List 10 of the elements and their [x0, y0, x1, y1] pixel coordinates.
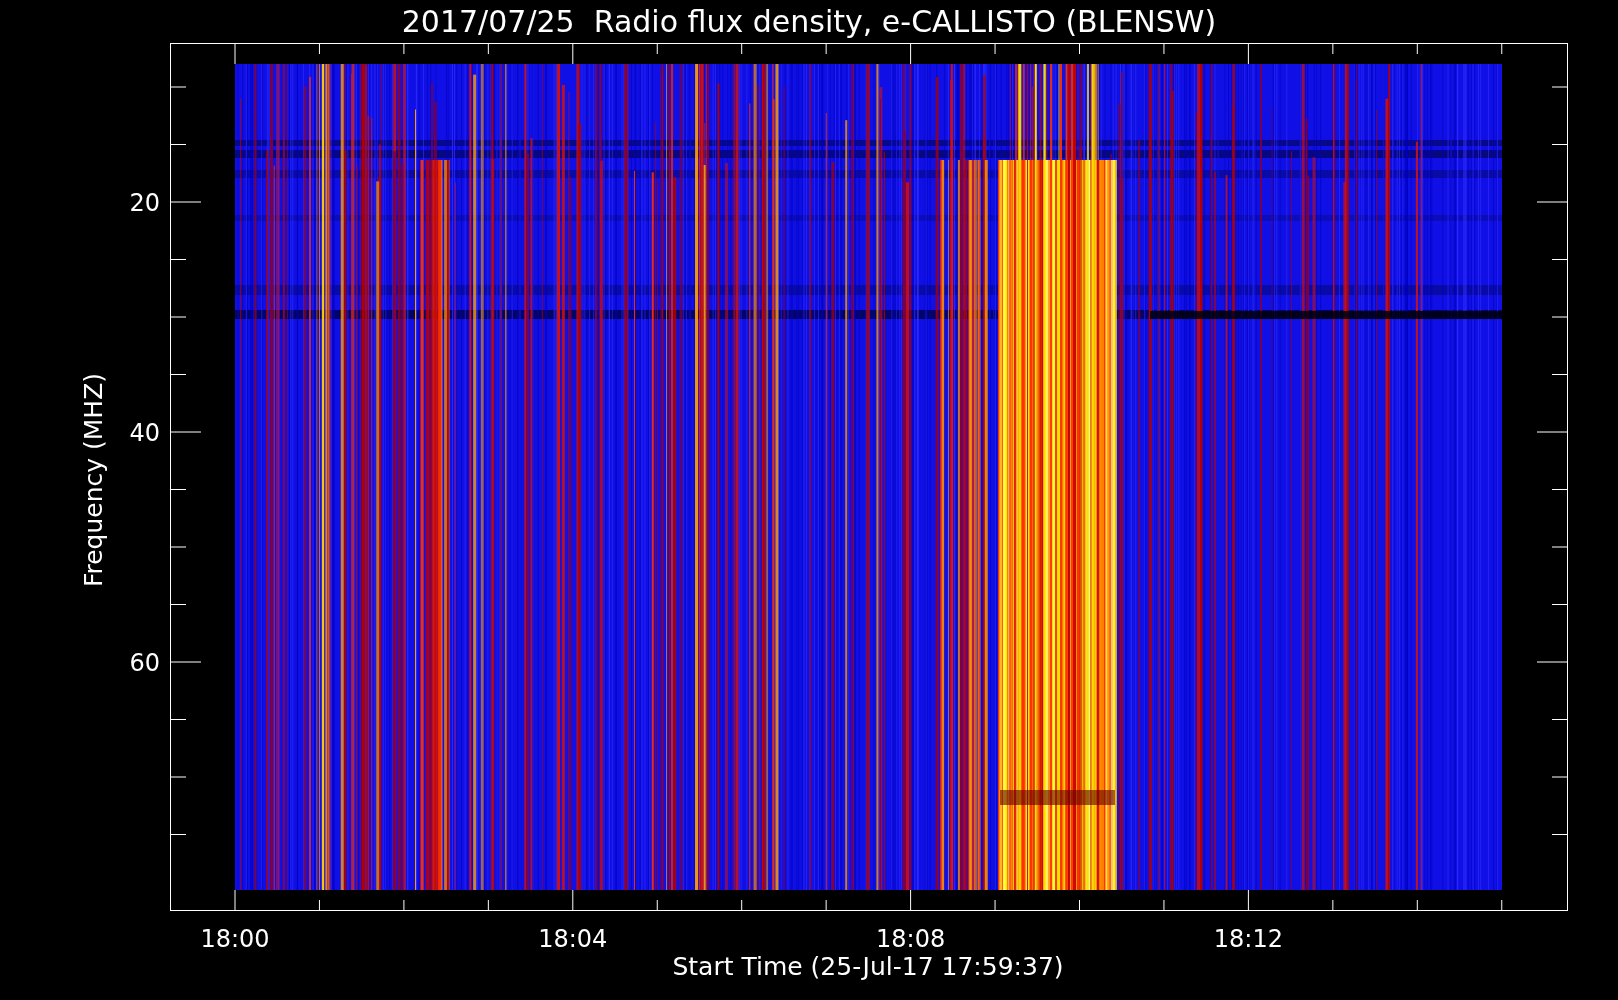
y-tick-label: 40: [129, 419, 160, 447]
y-tick-label: 20: [129, 189, 160, 217]
x-axis-label: Start Time (25-Jul-17 17:59:37): [672, 952, 1064, 981]
y-axis-label: Frequency (MHZ): [79, 372, 108, 588]
x-tick-label: 18:08: [876, 925, 946, 953]
x-tick-label: 18:12: [1213, 925, 1283, 953]
y-tick-label: 60: [129, 649, 160, 677]
x-tick-label: 18:00: [200, 925, 270, 953]
x-tick-label: 18:04: [538, 925, 608, 953]
chart-title: 2017/07/25 Radio flux density, e-CALLISTO (BLENSW): [401, 4, 1217, 39]
